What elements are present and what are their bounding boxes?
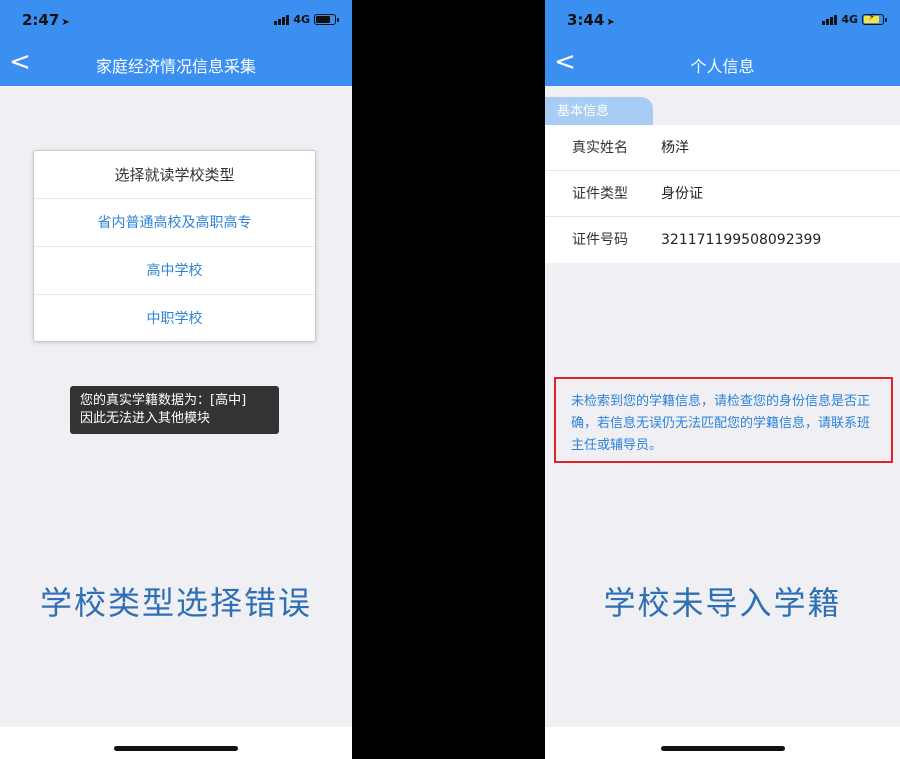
toast-line-1: 您的真实学籍数据为：[高中] bbox=[80, 393, 247, 408]
page-title: 家庭经济情况信息采集 bbox=[95, 57, 256, 76]
option-high-school[interactable]: 高中学校 bbox=[34, 247, 315, 295]
info-row-id-number: 证件号码 321171199508092399 bbox=[545, 217, 900, 263]
info-row-name: 真实姓名 杨洋 bbox=[545, 125, 900, 171]
signal-icon bbox=[822, 14, 838, 25]
status-time: 2:47 ➤ bbox=[22, 11, 70, 29]
status-bar: 3:44 ➤ 4G ⚡ bbox=[545, 0, 900, 42]
toast-line-2: 因此无法进入其他模块 bbox=[80, 411, 211, 426]
dialog-title: 选择就读学校类型 bbox=[34, 151, 315, 199]
network-label: 4G bbox=[841, 13, 858, 26]
error-notice: 未检索到您的学籍信息，请检查您的身份信息是否正确，若信息无误仍无法匹配您的学籍信… bbox=[554, 377, 893, 463]
network-label: 4G bbox=[293, 13, 310, 26]
caption-left: 学校类型选择错误 bbox=[39, 584, 312, 622]
info-table: 真实姓名 杨洋 证件类型 身份证 证件号码 321171199508092399 bbox=[545, 125, 900, 263]
battery-charging-icon: ⚡ bbox=[862, 12, 887, 25]
page-title: 个人信息 bbox=[690, 57, 755, 76]
info-row-id-type: 证件类型 身份证 bbox=[545, 171, 900, 217]
home-indicator[interactable] bbox=[660, 746, 785, 751]
nav-bar: < 家庭经济情况信息采集 bbox=[0, 42, 352, 86]
info-label: 证件号码 bbox=[572, 232, 628, 248]
info-label: 真实姓名 bbox=[572, 140, 628, 156]
status-bar: 2:47 ➤ 4G bbox=[0, 0, 352, 42]
location-arrow-icon: ➤ bbox=[606, 17, 615, 28]
section-tab-basic-info: 基本信息 bbox=[545, 97, 653, 125]
info-value: 身份证 bbox=[661, 186, 703, 202]
nav-bar: < 个人信息 bbox=[545, 42, 900, 86]
info-value: 杨洋 bbox=[661, 140, 689, 156]
info-value: 321171199508092399 bbox=[661, 232, 822, 248]
bolt-icon: ⚡ bbox=[868, 12, 876, 23]
bottom-strip bbox=[545, 727, 900, 759]
toast-message: 您的真实学籍数据为：[高中] 因此无法进入其他模块 bbox=[70, 386, 279, 434]
option-university[interactable]: 省内普通高校及高职高专 bbox=[34, 199, 315, 247]
status-time: 3:44 ➤ bbox=[567, 11, 615, 29]
phone-screen-right: 3:44 ➤ 4G ⚡ < 个人信息 基本信息 真实姓名 杨洋 证件类型 身份证 … bbox=[545, 0, 900, 759]
status-indicators: 4G bbox=[274, 13, 339, 26]
location-arrow-icon: ➤ bbox=[61, 17, 70, 28]
school-type-dialog: 选择就读学校类型 省内普通高校及高职高专 高中学校 中职学校 bbox=[33, 150, 316, 342]
battery-icon bbox=[314, 14, 339, 25]
phone-screen-left: 2:47 ➤ 4G < 家庭经济情况信息采集 选择就读学校类型 省内普通高校及高职… bbox=[0, 0, 352, 759]
caption-right: 学校未导入学籍 bbox=[603, 584, 842, 622]
signal-icon bbox=[274, 14, 290, 25]
bottom-strip bbox=[0, 727, 352, 759]
status-indicators: 4G ⚡ bbox=[822, 12, 887, 26]
home-indicator[interactable] bbox=[114, 746, 238, 751]
info-label: 证件类型 bbox=[572, 186, 628, 202]
option-vocational-school[interactable]: 中职学校 bbox=[34, 295, 315, 343]
